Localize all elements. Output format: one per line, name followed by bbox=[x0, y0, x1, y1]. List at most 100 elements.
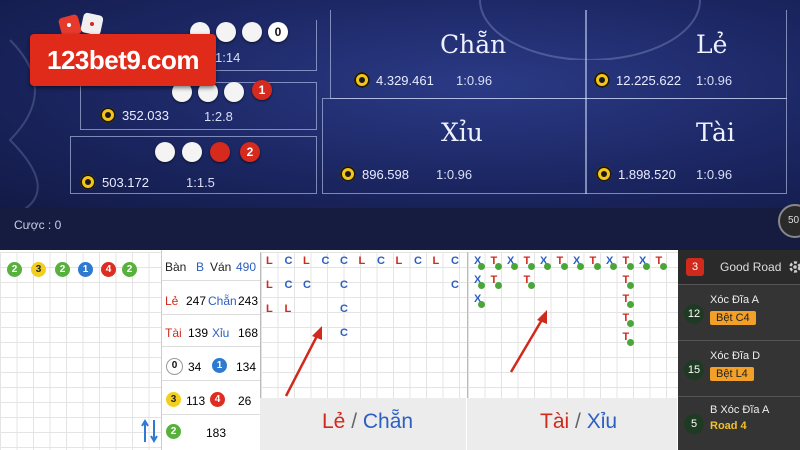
history-ball: 2 bbox=[7, 262, 22, 277]
road-tai-xiu-label: Tài / Xỉu bbox=[540, 410, 617, 434]
disc-white bbox=[182, 142, 202, 162]
road-dot-icon bbox=[544, 263, 551, 270]
good-road-item-name: B Xóc Đĩa A bbox=[710, 404, 770, 416]
road-dot-icon bbox=[527, 282, 535, 289]
stat-ball-2-count: 183 bbox=[206, 426, 227, 440]
good-road-item[interactable]: 12 Xóc Đĩa A Bệt C4 bbox=[678, 286, 800, 341]
stat-ball-1-count: 134 bbox=[236, 360, 257, 374]
stat-chan-value: 243 bbox=[238, 294, 259, 308]
amount-le: 12.225.622 bbox=[616, 73, 682, 88]
road-dot-icon bbox=[626, 320, 634, 327]
road-cell: C bbox=[414, 255, 422, 267]
stat-ban-label: Bàn bbox=[165, 260, 187, 274]
road-dot-icon bbox=[577, 263, 584, 270]
good-road-item[interactable]: 15 Xóc Đĩa D Bệt L4 bbox=[678, 342, 800, 397]
road-le-chan-label: Lẻ / Chẵn bbox=[322, 410, 413, 434]
road-dot-icon bbox=[626, 301, 634, 308]
road-label-xiu: Xỉu bbox=[586, 410, 618, 433]
disc-white bbox=[216, 22, 236, 42]
bet-title-tai: Tài bbox=[696, 118, 735, 147]
road-cell: C bbox=[377, 255, 385, 267]
bet-strip bbox=[0, 208, 800, 250]
good-road-item-count: 5 bbox=[684, 414, 704, 434]
stat-ball-3-count: 113 bbox=[186, 394, 206, 408]
road-cell: L bbox=[358, 255, 366, 267]
road-dot-icon bbox=[511, 263, 518, 270]
good-road-item-name: Xóc Đĩa A bbox=[710, 294, 759, 306]
history-ball: 2 bbox=[122, 262, 137, 277]
road-dot-icon bbox=[610, 263, 617, 270]
bead-plate bbox=[0, 252, 161, 450]
road-label-le: Lẻ bbox=[322, 410, 346, 433]
stat-ball-4-count: 26 bbox=[238, 394, 252, 408]
road-label-tai: Tài bbox=[540, 410, 570, 433]
history-ball: 2 bbox=[55, 262, 70, 277]
ratio-row1: 1:2.8 bbox=[204, 109, 233, 124]
good-road-item-tag: Bệt L4 bbox=[710, 367, 754, 381]
amount-chan: 4.329.461 bbox=[376, 73, 434, 88]
chip-icon bbox=[354, 72, 370, 88]
road-cell: L bbox=[284, 303, 292, 315]
stat-tai-value: 139 bbox=[188, 326, 209, 340]
road-dot-icon bbox=[478, 301, 485, 308]
road-cell: C bbox=[321, 255, 330, 267]
red-arrow-icon bbox=[284, 326, 322, 397]
good-road-title[interactable]: Good Road bbox=[720, 260, 781, 274]
road-label-sep: / bbox=[575, 410, 581, 433]
stat-ball-4: 4 bbox=[210, 392, 225, 407]
road-dot-icon bbox=[494, 282, 502, 289]
stat-van-value: 490 bbox=[236, 260, 257, 274]
chip-icon bbox=[340, 166, 356, 182]
stat-ball-2: 2 bbox=[166, 424, 181, 439]
road-cell: C bbox=[284, 255, 293, 267]
road-cell: L bbox=[266, 255, 273, 267]
bet-title-le: Lẻ bbox=[696, 30, 728, 59]
disc-red bbox=[210, 142, 230, 162]
good-road-item[interactable]: 5 B Xóc Đĩa A Road 4 bbox=[678, 398, 800, 448]
road-label-chan: Chẵn bbox=[362, 410, 414, 433]
swap-arrows-icon[interactable] bbox=[140, 418, 160, 444]
road-dot-icon bbox=[626, 263, 634, 270]
stat-ball-3: 3 bbox=[166, 392, 181, 407]
good-road-panel: 3 Good Road 12 Xóc Đĩa A Bệt C4 15 Xóc Đ… bbox=[678, 250, 800, 450]
stat-le-label: Lẻ bbox=[165, 294, 179, 308]
road-cell: C bbox=[340, 327, 348, 339]
disc-white bbox=[224, 82, 244, 102]
road-cell: L bbox=[303, 255, 310, 267]
road-dot-icon bbox=[626, 282, 634, 289]
stat-xiu-label: Xỉu bbox=[212, 326, 230, 340]
gear-icon[interactable] bbox=[788, 259, 800, 275]
bet-title-xiu: Xỉu bbox=[441, 118, 483, 147]
ratio-xiu: 1:0.96 bbox=[436, 167, 473, 182]
road-dot-icon bbox=[478, 263, 485, 270]
brand-logo: 123bet9.com bbox=[30, 34, 216, 86]
road-cell: C bbox=[340, 303, 348, 315]
disc-white bbox=[155, 142, 175, 162]
amount-row2: 503.172 bbox=[102, 175, 149, 190]
road-cell: L bbox=[266, 303, 273, 315]
stat-van-label: Ván bbox=[210, 260, 232, 274]
stats-panel: Bàn B Ván 490 Lẻ 247 Chẵn 243 Tài 139 Xỉ… bbox=[161, 250, 260, 450]
stat-tai-label: Tài bbox=[165, 326, 182, 340]
road-cell: C bbox=[451, 255, 459, 267]
road-cell: L bbox=[266, 279, 273, 291]
road-cell: C bbox=[451, 279, 459, 291]
amount-row1: 352.033 bbox=[122, 108, 169, 123]
road-dot-icon bbox=[560, 263, 568, 270]
bet-cell-tai[interactable] bbox=[585, 98, 787, 194]
history-ball: 4 bbox=[101, 262, 116, 277]
road-dot-icon bbox=[593, 263, 601, 270]
history-ball: 1 bbox=[78, 262, 93, 277]
ratio-tai: 1:0.96 bbox=[696, 167, 733, 182]
road-dot-icon bbox=[659, 263, 667, 270]
chip-icon bbox=[596, 166, 612, 182]
ratio-le: 1:0.96 bbox=[696, 73, 733, 88]
road-label-sep: / bbox=[351, 410, 358, 433]
stat-ball-0-count: 34 bbox=[188, 360, 202, 374]
bet-total-label: Cược : 0 bbox=[14, 218, 62, 232]
history-ball: 3 bbox=[31, 262, 46, 277]
good-road-item-tag: Bệt C4 bbox=[710, 311, 756, 325]
good-road-item-count: 15 bbox=[684, 360, 704, 380]
amount-tai: 1.898.520 bbox=[618, 167, 676, 182]
good-road-count-badge: 3 bbox=[686, 258, 704, 276]
